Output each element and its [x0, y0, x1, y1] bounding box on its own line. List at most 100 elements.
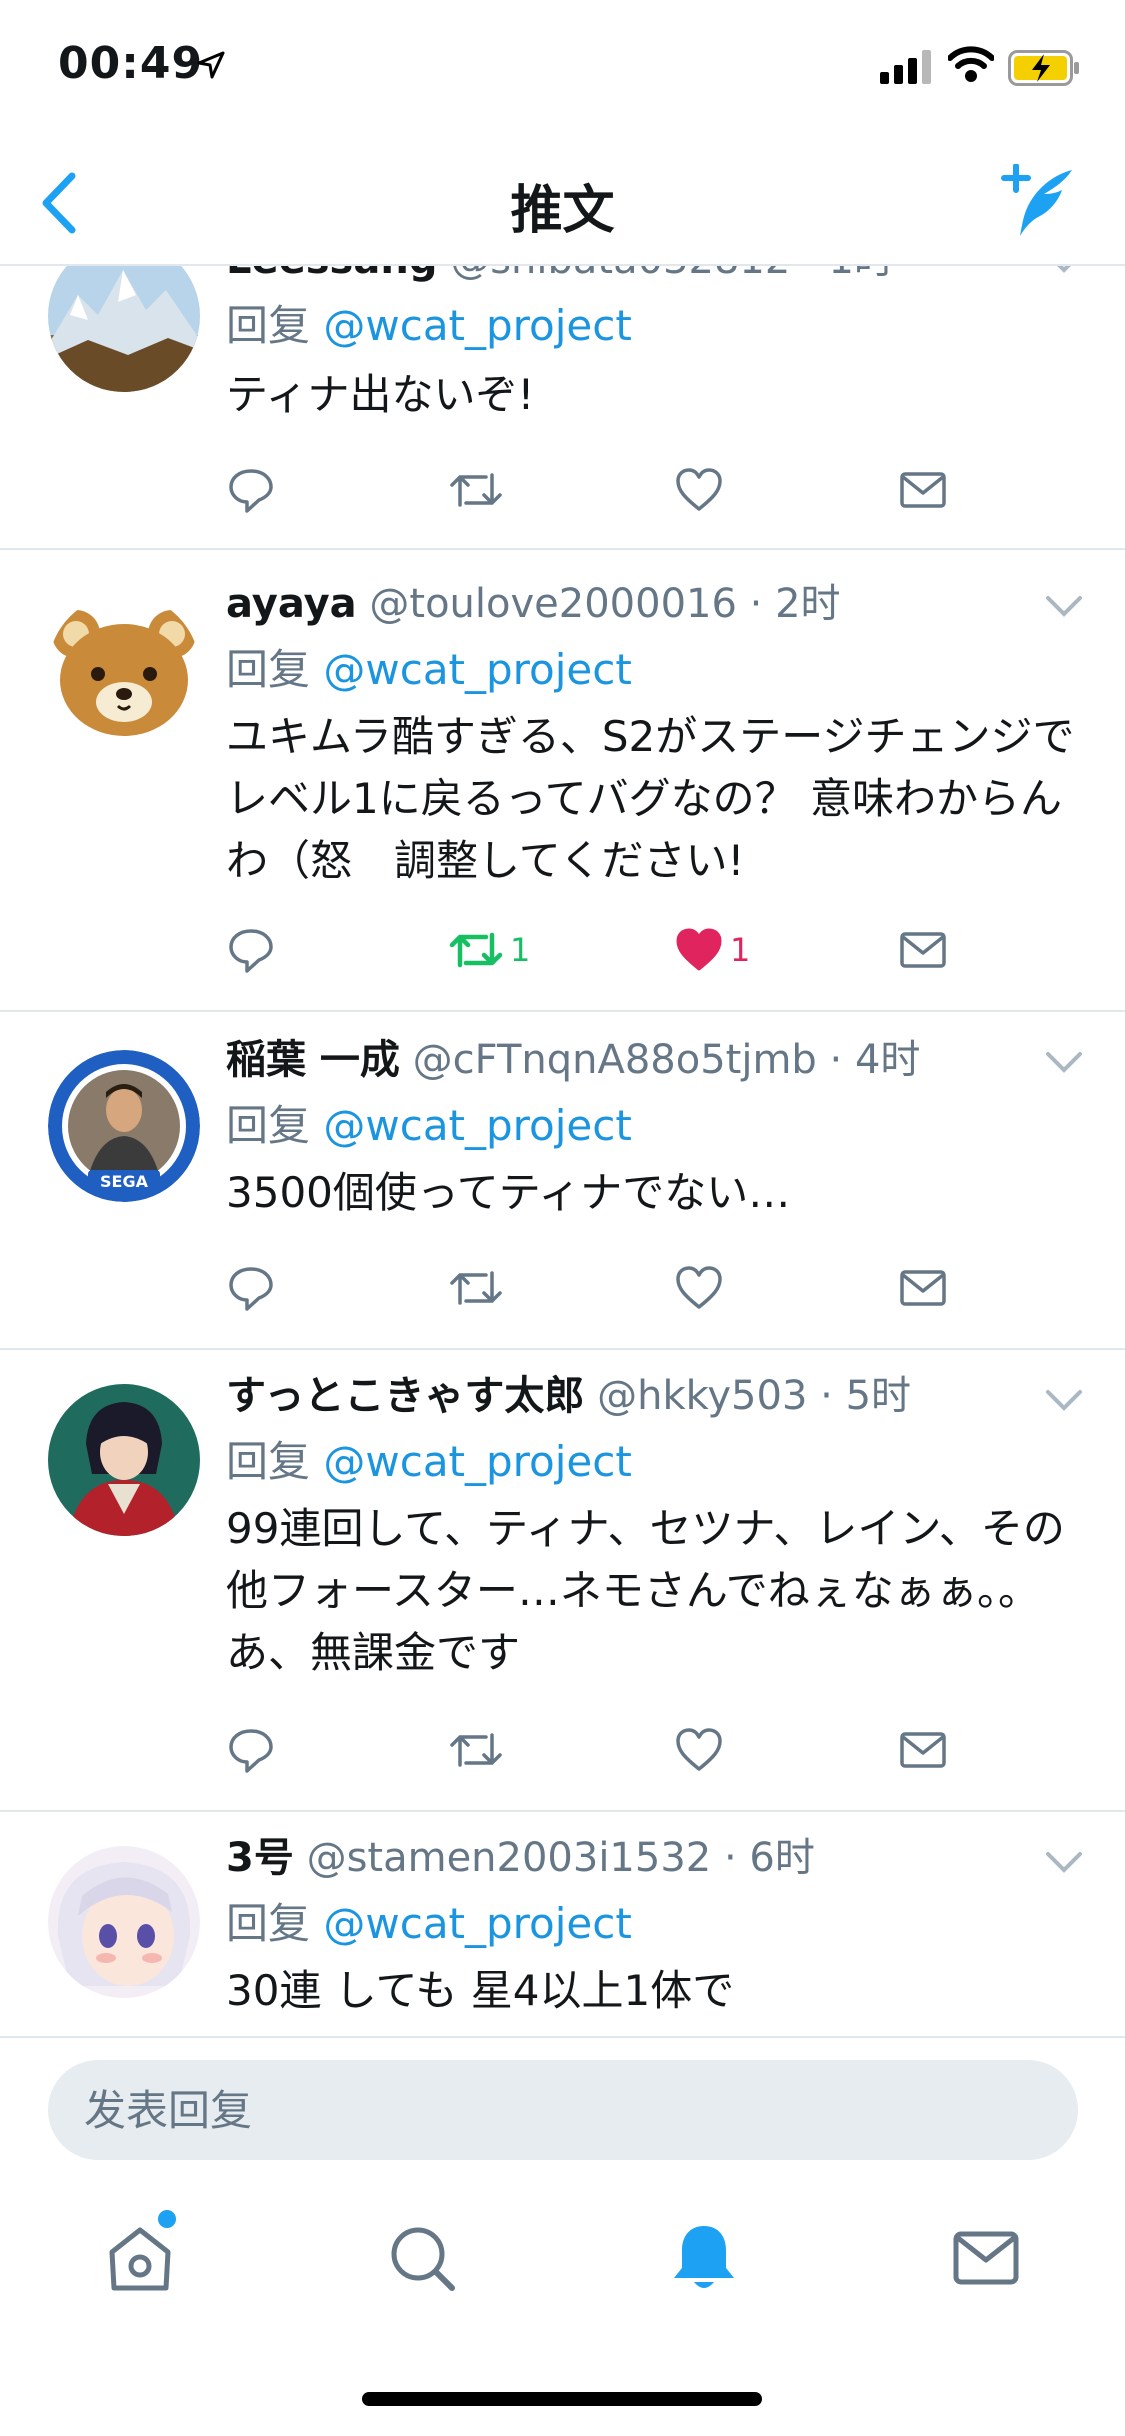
reply-to-link[interactable]: @wcat_project: [323, 1437, 631, 1486]
like-icon: [676, 1728, 722, 1771]
avatar[interactable]: SEGA: [48, 1050, 200, 1202]
reply-button[interactable]: [226, 920, 276, 980]
status-bar: 00:49: [0, 0, 1125, 140]
direct-message-button[interactable]: [898, 920, 948, 980]
reply-context: 回复 @wcat_project: [226, 298, 632, 354]
tab-search[interactable]: [382, 2218, 462, 2298]
tweet-item[interactable]: Leessang @shibata032812 · 1时 回复 @wcat_pr…: [0, 266, 1125, 550]
tweet-actions: [226, 1720, 1046, 1780]
like-button[interactable]: 1: [674, 920, 750, 980]
tweet-author-handle[interactable]: @stamen2003i1532: [307, 1835, 712, 1881]
reply-to-link[interactable]: @wcat_project: [323, 301, 631, 350]
reply-icon: [229, 469, 273, 513]
tweet-author-handle[interactable]: @cFTnqnA88o5tjmb: [413, 1037, 817, 1083]
reply-button[interactable]: [226, 1258, 276, 1318]
reply-to-link[interactable]: @wcat_project: [323, 1899, 631, 1948]
like-button[interactable]: [674, 1258, 724, 1318]
reply-prefix: 回复: [226, 1101, 311, 1150]
chevron-down-icon[interactable]: [1044, 594, 1084, 618]
tweet-text: 99連回して、ティナ、セツナ、レイン、その他フォースター…ネモさんでねぇなぁぁ。…: [226, 1504, 1065, 1677]
tweet-author-name[interactable]: 稲葉 一成: [226, 1037, 400, 1083]
reply-context: 回复 @wcat_project: [226, 1896, 632, 1952]
tab-messages[interactable]: [946, 2218, 1026, 2298]
page-title: 推文: [510, 181, 615, 241]
reply-input[interactable]: [48, 2060, 1078, 2160]
tweet-text: ティナ出ないぞ!: [226, 370, 535, 419]
direct-message-button[interactable]: [898, 1258, 948, 1318]
tweet-actions: [226, 1258, 1046, 1318]
reply-context: 回复 @wcat_project: [226, 642, 632, 698]
tweet-author-handle[interactable]: @shibata032812: [450, 266, 790, 283]
chevron-down-icon[interactable]: [1044, 1850, 1084, 1874]
chevron-down-icon[interactable]: [1044, 266, 1084, 274]
tweet-author-name[interactable]: Leessang: [226, 266, 437, 283]
like-button[interactable]: [674, 1720, 724, 1780]
direct-message-button[interactable]: [898, 460, 948, 520]
reply-icon: [229, 1729, 273, 1773]
reply-context: 回复 @wcat_project: [226, 1434, 632, 1490]
direct-message-icon: [900, 1270, 946, 1306]
compose-tweet-icon[interactable]: [998, 164, 1078, 244]
retweet-button[interactable]: [448, 460, 504, 520]
reply-to-link[interactable]: @wcat_project: [323, 645, 631, 694]
reply-prefix: 回复: [226, 301, 311, 350]
location-arrow-icon: [197, 51, 225, 79]
reply-composer-bar: [0, 2036, 1125, 2160]
tweet-timestamp: 1时: [828, 266, 893, 283]
reply-prefix: 回复: [226, 1899, 311, 1948]
tweet-author-name[interactable]: ayaya: [226, 581, 357, 627]
tweet-text: 3500個使ってティナでない…: [226, 1168, 791, 1217]
notifications-bell-icon: [674, 2226, 734, 2288]
new-content-dot: [158, 2210, 176, 2228]
battery-charging-icon: [1008, 50, 1079, 86]
reply-icon: [229, 1267, 273, 1311]
chevron-down-icon[interactable]: [1044, 1050, 1084, 1074]
reply-feed[interactable]: Leessang @shibata032812 · 1时 回复 @wcat_pr…: [0, 266, 1125, 2036]
tweet-author-name[interactable]: 3号: [226, 1835, 294, 1881]
retweet-button[interactable]: [448, 1258, 504, 1318]
messages-icon: [953, 2231, 1019, 2285]
nav-header: 推文: [0, 140, 1125, 266]
reply-context: 回复 @wcat_project: [226, 1098, 632, 1154]
like-icon: [676, 928, 722, 971]
reply-button[interactable]: [226, 1720, 276, 1780]
direct-message-button[interactable]: [898, 1720, 948, 1780]
like-icon: [676, 468, 722, 511]
tab-bar: [0, 2170, 1125, 2360]
reply-to-link[interactable]: @wcat_project: [323, 1101, 631, 1150]
retweet-icon: [449, 932, 503, 968]
tab-notifications[interactable]: [664, 2218, 744, 2298]
reply-prefix: 回复: [226, 1437, 311, 1486]
direct-message-icon: [900, 1732, 946, 1768]
retweet-button[interactable]: [448, 1720, 504, 1780]
tweet-author-handle[interactable]: @toulove2000016: [369, 581, 737, 627]
tab-home[interactable]: [100, 2210, 180, 2298]
wifi-icon: [948, 46, 994, 82]
chevron-down-icon[interactable]: [1044, 1388, 1084, 1412]
search-icon: [391, 2227, 455, 2291]
avatar[interactable]: [48, 594, 200, 746]
tweet-item[interactable]: ayaya @toulove2000016 · 2时 回复 @wcat_proj…: [0, 548, 1125, 1012]
direct-message-icon: [900, 932, 946, 968]
avatar[interactable]: [48, 1846, 200, 1998]
direct-message-icon: [900, 472, 946, 508]
avatar[interactable]: [48, 1384, 200, 1536]
retweet-button[interactable]: 1: [448, 920, 530, 980]
tweet-item[interactable]: 3号 @stamen2003i1532 · 6时 回复 @wcat_projec…: [0, 1810, 1125, 2036]
tweet-author-handle[interactable]: @hkky503: [597, 1373, 807, 1419]
tweet-author-name[interactable]: すっとこきゃす太郎: [226, 1373, 584, 1419]
like-icon: [676, 1266, 722, 1309]
tweet-timestamp: 5时: [845, 1373, 912, 1419]
reply-prefix: 回复: [226, 645, 311, 694]
tweet-item[interactable]: すっとこきゃす太郎 @hkky503 · 5时 回复 @wcat_project…: [0, 1348, 1125, 1812]
like-button[interactable]: [674, 460, 724, 520]
signal-icon: [880, 50, 931, 84]
tweet-item[interactable]: SEGA 稲葉 一成 @cFTnqnA88o5tjmb · 4时 回复 @wca…: [0, 1010, 1125, 1350]
tweet-timestamp: 6时: [749, 1835, 815, 1881]
reply-button[interactable]: [226, 460, 276, 520]
avatar[interactable]: [48, 266, 200, 392]
tweet-text: 30連 しても 星4以上1体で: [226, 1966, 735, 2015]
retweet-count: 1: [510, 931, 531, 969]
home-icon: [109, 2227, 171, 2291]
tweet-text: ユキムラ酷すぎる、S2がステージチェンジでレベル1に戻るってバグなの？ 意味わか…: [226, 712, 1075, 885]
